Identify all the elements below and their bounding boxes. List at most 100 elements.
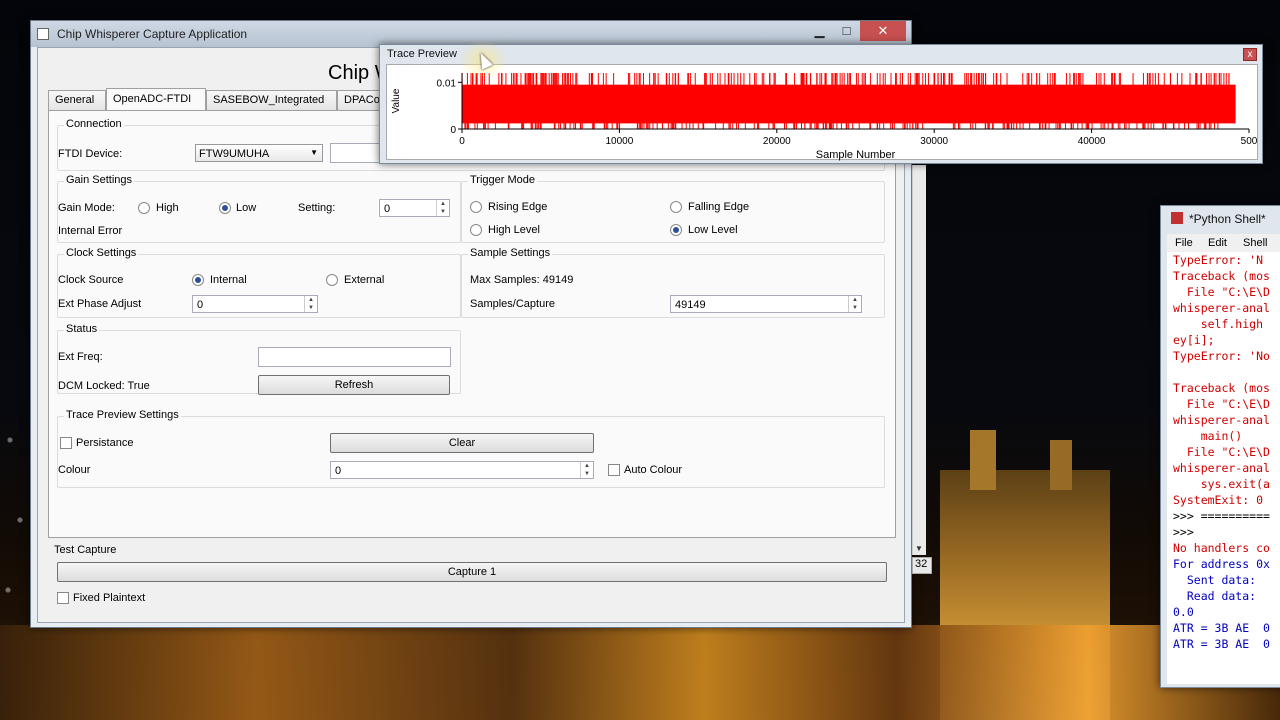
- menu-edit[interactable]: Edit: [1208, 237, 1227, 249]
- gain-setting-spinbox[interactable]: 0 ▲ ▼: [379, 199, 450, 217]
- shell-line: File "C:\E\D: [1173, 285, 1270, 299]
- spin-arrows-icon[interactable]: ▲ ▼: [848, 296, 861, 312]
- vertical-scrollbar[interactable]: ▼: [912, 165, 926, 555]
- fixed-plaintext-checkbox[interactable]: [57, 592, 69, 604]
- clear-button[interactable]: Clear: [330, 433, 594, 453]
- trigger-falling-label: Falling Edge: [688, 201, 750, 213]
- shell-line: ATR = 3B AE 0: [1173, 621, 1270, 635]
- ext-phase-spinbox[interactable]: 0 ▲ ▼: [192, 295, 318, 313]
- auto-colour-label: Auto Colour: [624, 464, 683, 476]
- colour-spinbox[interactable]: 0 ▲ ▼: [330, 461, 594, 479]
- gain-setting-label: Setting:: [298, 202, 336, 214]
- minimize-button[interactable]: ▁: [806, 21, 833, 41]
- window-title: Chip Whisperer Capture Application: [57, 27, 248, 41]
- shell-line: whisperer-anal: [1173, 301, 1270, 315]
- shell-line: TypeError: 'N: [1173, 253, 1264, 267]
- x-tick-label: 20000: [763, 136, 791, 147]
- trigger-rising-label: Rising Edge: [488, 201, 548, 213]
- samples-per-capture-spinbox[interactable]: 49149 ▲ ▼: [670, 295, 862, 313]
- samples-per-capture-value: 49149: [675, 299, 706, 311]
- auto-colour-checkbox[interactable]: [608, 464, 620, 476]
- samples-per-capture-label: Samples/Capture: [470, 298, 555, 310]
- trigger-low-radio[interactable]: [670, 224, 682, 236]
- app-icon: [37, 28, 49, 40]
- scroll-down-icon[interactable]: ▼: [915, 544, 923, 553]
- ext-phase-label: Ext Phase Adjust: [58, 298, 142, 310]
- gain-low-radio[interactable]: [219, 202, 231, 214]
- shell-line: No handlers co: [1173, 541, 1270, 555]
- shell-line: SystemExit: 0: [1173, 493, 1264, 507]
- spin-arrows-icon[interactable]: ▲ ▼: [304, 296, 317, 312]
- shell-line: Read data:: [1173, 589, 1257, 603]
- spin-arrows-icon[interactable]: ▲ ▼: [436, 200, 449, 216]
- trigger-mode-group: Trigger Mode Rising Edge Falling Edge Hi…: [461, 174, 885, 243]
- menu-file[interactable]: File: [1175, 237, 1193, 249]
- max-samples-label: Max Samples: 49149: [470, 274, 574, 286]
- x-axis-label: Sample Number: [816, 149, 896, 161]
- menu-shell[interactable]: Shell: [1243, 237, 1267, 249]
- y-tick-label: 0: [450, 125, 456, 136]
- clock-internal-radio[interactable]: [192, 274, 204, 286]
- ftdi-device-label: FTDI Device:: [58, 148, 123, 160]
- x-tick-label: 40000: [1078, 136, 1106, 147]
- trace-series-fill: [462, 84, 1236, 124]
- clock-source-label: Clock Source: [58, 274, 124, 286]
- gain-high-radio[interactable]: [138, 202, 150, 214]
- x-tick-label: 10000: [605, 136, 633, 147]
- ftdi-device-select[interactable]: FTW9UMUHA ▼: [195, 144, 323, 162]
- python-icon: [1171, 212, 1183, 224]
- clock-external-radio[interactable]: [326, 274, 338, 286]
- clock-settings-group: Clock Settings Clock Source Internal Ext…: [57, 247, 461, 318]
- trigger-low-label: Low Level: [688, 224, 738, 236]
- trace-preview-settings-title: Trace Preview Settings: [64, 409, 181, 421]
- shell-line: Traceback (mos: [1173, 381, 1270, 395]
- trigger-rising-radio[interactable]: [470, 201, 482, 213]
- shell-line: 0.0: [1173, 605, 1194, 619]
- sample-settings-title: Sample Settings: [468, 247, 553, 259]
- connection-title: Connection: [64, 118, 124, 130]
- python-shell-title: *Python Shell*: [1189, 212, 1266, 226]
- shell-line: For address 0x: [1173, 557, 1270, 571]
- dcm-locked-label: DCM Locked: True: [58, 380, 150, 392]
- clock-internal-label: Internal: [210, 274, 247, 286]
- maximize-button[interactable]: □: [833, 21, 860, 41]
- sample-settings-group: Sample Settings Max Samples: 49149 Sampl…: [461, 247, 885, 318]
- tab-sasebow-integrated[interactable]: SASEBOW_Integrated: [206, 90, 337, 110]
- persistance-checkbox[interactable]: [60, 437, 72, 449]
- clock-settings-title: Clock Settings: [64, 247, 139, 259]
- shell-line: self.high: [1173, 317, 1264, 331]
- ext-freq-field: [258, 347, 451, 367]
- trigger-falling-radio[interactable]: [670, 201, 682, 213]
- close-button[interactable]: ✕: [860, 21, 906, 41]
- gain-low-label: Low: [236, 202, 257, 214]
- capture-1-button[interactable]: Capture 1: [57, 562, 887, 582]
- python-shell-window[interactable]: *Python Shell* File Edit Shell TypeError…: [1160, 205, 1280, 688]
- x-tick-label: 500: [1241, 136, 1258, 147]
- tab-openadc-ftdi[interactable]: OpenADC-FTDI: [106, 88, 206, 111]
- shell-line: File "C:\E\D: [1173, 397, 1270, 411]
- chevron-down-icon: ▼: [310, 148, 318, 157]
- trace-plot: 0 10000 20000 30000 40000 500 0.01 0 Value Sam…: [386, 64, 1258, 161]
- trace-preview-title: Trace Preview: [387, 48, 457, 60]
- trace-chart-svg: 0 10000 20000 30000 40000 500 0.01 0 Value Sam…: [391, 73, 1258, 161]
- gain-settings-title: Gain Settings: [64, 174, 135, 186]
- tab-general[interactable]: General: [48, 90, 106, 110]
- trace-preview-settings-group: Trace Preview Settings Persistance Clear…: [57, 409, 885, 488]
- shell-output[interactable]: TypeError: 'N Traceback (mos File "C:\E\D…: [1167, 252, 1280, 684]
- colour-value: 0: [335, 465, 342, 477]
- y-tick-label: 0.01: [437, 78, 457, 89]
- openadc-settings-pane: Connection FTDI Device: FTW9UMUHA ▼ Gain…: [48, 110, 896, 538]
- gain-mode-label: Gain Mode:: [58, 202, 115, 214]
- fixed-plaintext-label: Fixed Plaintext: [73, 592, 146, 604]
- trace-preview-window[interactable]: Trace Preview x 0 10000 20000 30000 40000 500…: [379, 44, 1263, 164]
- status-group: Status Ext Freq: DCM Locked: True Refres…: [57, 323, 461, 395]
- clock-external-label: External: [344, 274, 385, 286]
- refresh-button[interactable]: Refresh: [258, 375, 450, 395]
- spin-arrows-icon[interactable]: ▲ ▼: [580, 462, 593, 478]
- gain-settings-group: Gain Settings Gain Mode: High Low Settin…: [57, 174, 461, 243]
- trace-close-button[interactable]: x: [1243, 48, 1257, 61]
- hidden-window-value: 32: [912, 557, 932, 574]
- trigger-high-radio[interactable]: [470, 224, 482, 236]
- x-tick-label: 0: [459, 136, 465, 147]
- ext-freq-label: Ext Freq:: [58, 351, 103, 363]
